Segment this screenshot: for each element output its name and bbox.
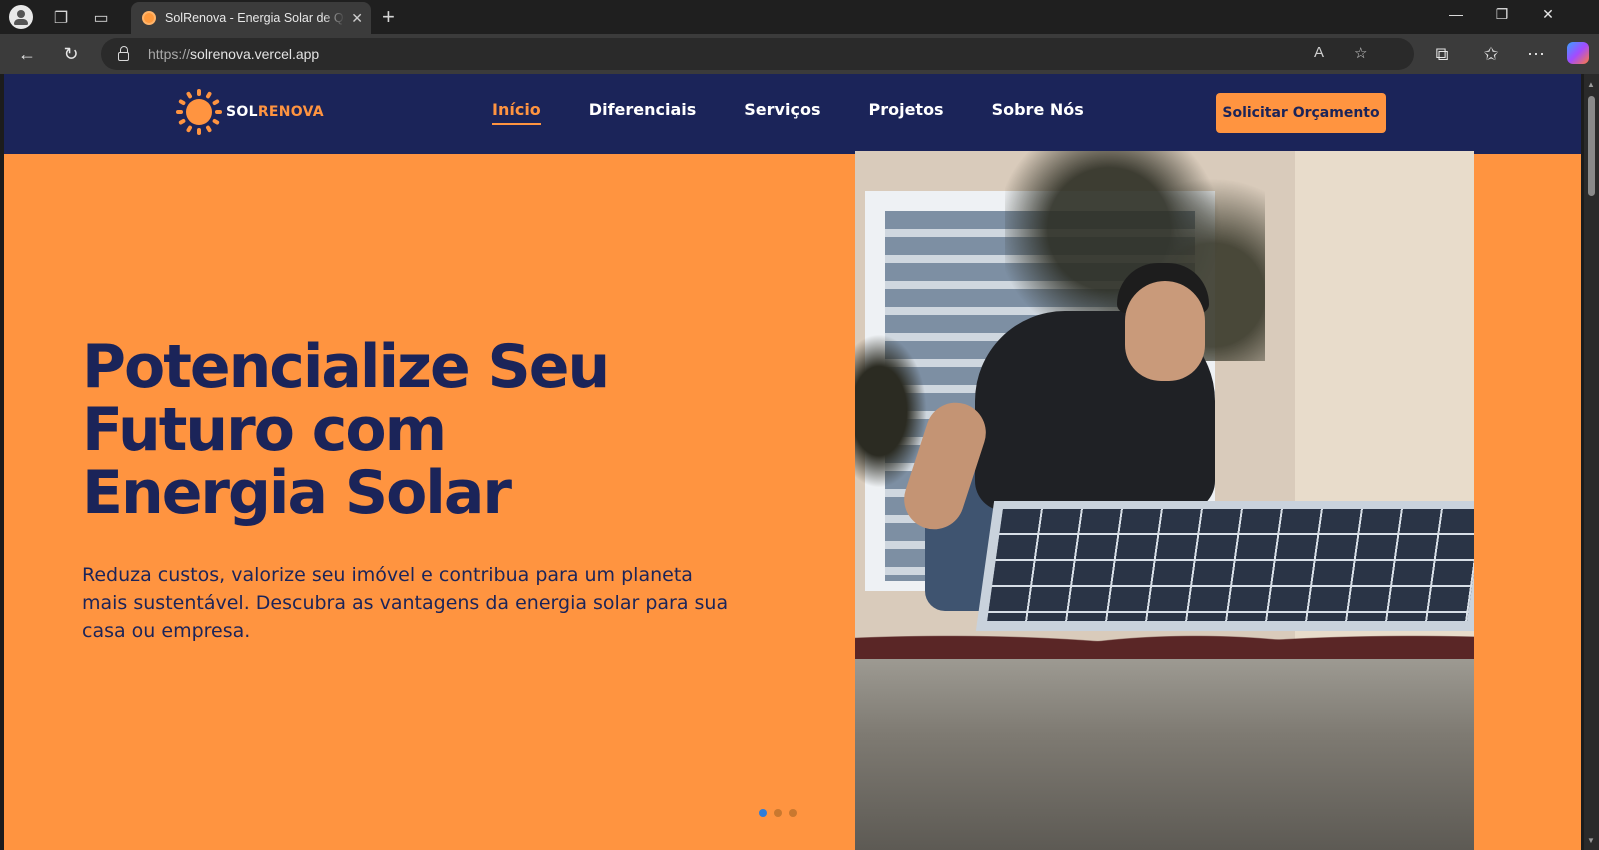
hero-title-line: Potencialize Seu: [82, 332, 610, 402]
favorites-icon[interactable]: ✩: [1479, 42, 1503, 66]
sun-logo-icon: [176, 89, 222, 135]
hero-image-solar-installer: [855, 151, 1474, 850]
browser-toolbar: ← ↻ https://solrenova.vercel.app A ☆ ⧉ ✩…: [0, 34, 1599, 74]
refresh-icon[interactable]: ↻: [59, 42, 83, 66]
close-icon[interactable]: ✕: [1533, 6, 1563, 23]
url-text[interactable]: https://solrenova.vercel.app: [148, 46, 319, 62]
carousel-dot[interactable]: [789, 809, 797, 817]
nav-link-projetos[interactable]: Projetos: [868, 100, 943, 125]
scroll-up-icon[interactable]: ▲: [1587, 80, 1595, 89]
site-header: SOLRENOVA Início Diferenciais Serviços P…: [4, 74, 1581, 154]
site-logo[interactable]: SOLRENOVA: [176, 89, 324, 135]
nav-link-servicos[interactable]: Serviços: [744, 100, 820, 125]
carousel-indicators: [759, 809, 804, 817]
browser-tab-active[interactable]: SolRenova - Energia Solar de Qualidade ✕: [131, 2, 371, 34]
page-scrollbar[interactable]: ▲ ▼: [1584, 74, 1599, 850]
nav-link-diferenciais[interactable]: Diferenciais: [589, 100, 696, 125]
browser-tab-strip: ❐ ▭ SolRenova - Energia Solar de Qualida…: [0, 0, 1599, 34]
scroll-down-icon[interactable]: ▼: [1587, 836, 1595, 845]
carousel-dot[interactable]: [774, 809, 782, 817]
workspaces-icon[interactable]: ❐: [49, 6, 73, 30]
more-icon[interactable]: ⋯: [1524, 42, 1548, 66]
profile-icon[interactable]: [9, 5, 33, 29]
tab-close-icon[interactable]: ✕: [351, 10, 363, 27]
address-bar[interactable]: https://solrenova.vercel.app A ☆: [101, 38, 1414, 70]
nav-link-inicio[interactable]: Início: [492, 100, 541, 125]
extensions-icon[interactable]: ⧉: [1430, 42, 1454, 66]
hero-title-line: Futuro com: [82, 395, 447, 465]
carousel-dot[interactable]: [759, 809, 767, 817]
sun-favicon-icon: [139, 8, 159, 28]
webpage: SOLRENOVA Início Diferenciais Serviços P…: [4, 74, 1581, 850]
hero-title-line: Energia Solar: [82, 458, 512, 528]
minimize-icon[interactable]: —: [1441, 6, 1471, 22]
nav-link-sobre-nos[interactable]: Sobre Nós: [992, 100, 1084, 125]
back-icon[interactable]: ←: [15, 42, 39, 66]
tab-title: SolRenova - Energia Solar de Qualidade: [165, 11, 345, 25]
restore-icon[interactable]: ❐: [1487, 6, 1517, 23]
copilot-icon[interactable]: [1567, 42, 1589, 64]
logo-text: SOLRENOVA: [226, 104, 324, 120]
main-nav: Início Diferenciais Serviços Projetos So…: [492, 100, 1132, 125]
read-aloud-icon[interactable]: A: [1314, 44, 1324, 61]
hero-subtitle: Reduza custos, valorize seu imóvel e con…: [82, 564, 729, 642]
tab-actions-icon[interactable]: ▭: [89, 6, 113, 30]
hero-title: Potencialize Seu Futuro com Energia Sola…: [82, 336, 782, 525]
new-tab-button[interactable]: +: [382, 4, 395, 30]
request-quote-button[interactable]: Solicitar Orçamento: [1216, 93, 1386, 133]
scroll-thumb[interactable]: [1588, 96, 1595, 196]
lock-icon[interactable]: [118, 46, 129, 61]
favorite-icon[interactable]: ☆: [1354, 44, 1367, 62]
